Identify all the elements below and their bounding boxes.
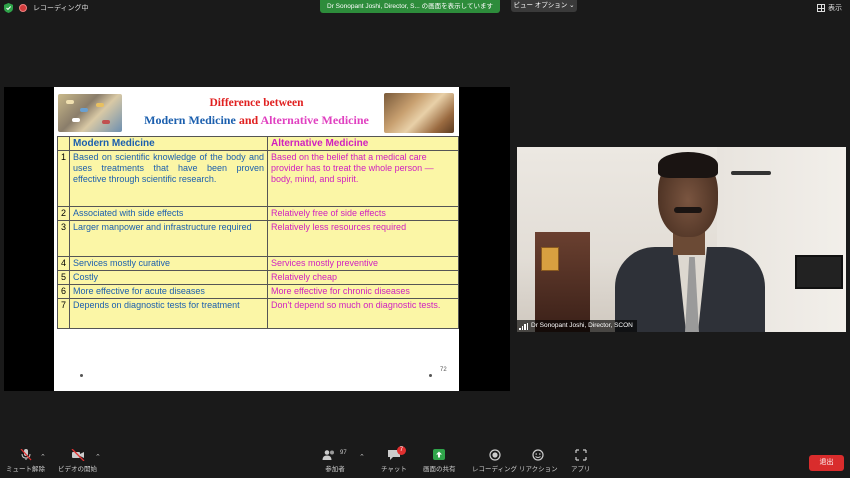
header-alternative: Alternative Medicine bbox=[267, 136, 459, 151]
share-screen-icon bbox=[433, 449, 446, 460]
grid-view-icon bbox=[817, 4, 825, 12]
participants-button[interactable]: 97 参加者 bbox=[322, 449, 348, 473]
shield-icon bbox=[4, 3, 13, 13]
table-row: 7 Depends on diagnostic tests for treatm… bbox=[56, 298, 459, 329]
participant-name-tag: Dr Sonopant Joshi, Director, SCON bbox=[517, 320, 637, 332]
person-hair bbox=[658, 152, 718, 178]
screen-share-banner: Dr Sonopant Joshi, Director, S... の画面を表示… bbox=[320, 0, 500, 13]
signal-bars-icon bbox=[519, 322, 528, 330]
table-row: 6 More effective for acute diseases More… bbox=[56, 284, 459, 299]
chevron-up-icon[interactable]: ⌃ bbox=[95, 453, 101, 461]
microphone-muted-icon bbox=[20, 449, 31, 461]
smiley-icon bbox=[532, 449, 544, 461]
participants-count: 97 bbox=[340, 450, 347, 456]
herbs-image bbox=[384, 93, 454, 133]
slide-footer: 72 bbox=[54, 367, 459, 387]
slide-title: Difference between Modern Medicine and A… bbox=[54, 87, 459, 135]
recording-indicator: レコーディング中 bbox=[4, 3, 89, 13]
person-moustache bbox=[674, 207, 702, 213]
comparison-table: Modern Medicine Alternative Medicine 1 B… bbox=[56, 136, 459, 329]
display-button[interactable]: 表示 bbox=[817, 3, 842, 13]
table-row: 2 Associated with side effects Relativel… bbox=[56, 206, 459, 221]
record-icon bbox=[488, 449, 501, 461]
header-modern: Modern Medicine bbox=[69, 136, 269, 151]
reactions-button[interactable]: リアクション bbox=[519, 449, 558, 473]
share-screen-button[interactable]: 画面の共有 bbox=[423, 449, 456, 473]
television bbox=[795, 255, 843, 289]
table-row: 3 Larger manpower and infrastructure req… bbox=[56, 220, 459, 257]
start-video-button[interactable]: ビデオの開始 bbox=[58, 449, 97, 473]
table-row: 1 Based on scientific knowledge of the b… bbox=[56, 150, 459, 207]
chevron-up-icon[interactable]: ⌃ bbox=[40, 453, 46, 461]
chat-badge: 7 bbox=[396, 446, 406, 455]
chevron-down-icon: ⌄ bbox=[569, 2, 575, 9]
apps-button[interactable]: アプリ bbox=[571, 449, 591, 473]
table-row: 4 Services mostly curative Services most… bbox=[56, 256, 459, 271]
video-off-icon bbox=[71, 449, 84, 461]
table-header-row: Modern Medicine Alternative Medicine bbox=[56, 136, 459, 151]
leave-button[interactable]: 退出 bbox=[809, 455, 844, 471]
participant-name: Dr Sonopant Joshi, Director, SCON bbox=[531, 322, 633, 329]
framed-picture bbox=[541, 247, 559, 271]
participants-icon bbox=[322, 450, 334, 460]
presentation-slide: Difference between Modern Medicine and A… bbox=[54, 87, 459, 391]
record-button[interactable]: レコーディング bbox=[472, 449, 517, 473]
participant-video[interactable]: Dr Sonopant Joshi, Director, SCON bbox=[517, 147, 846, 332]
record-dot-icon bbox=[19, 4, 27, 12]
slide-page-number: 72 bbox=[440, 367, 447, 373]
ceiling-fan bbox=[731, 171, 771, 175]
bullet-dot bbox=[80, 374, 83, 377]
chat-button[interactable]: 7 チャット bbox=[381, 446, 407, 473]
table-row: 5 Costly Relatively cheap bbox=[56, 270, 459, 285]
display-label: 表示 bbox=[828, 5, 842, 12]
view-options-button[interactable]: ビュー オプション ⌄ bbox=[511, 0, 577, 12]
apps-icon bbox=[575, 449, 587, 461]
bullet-dot bbox=[429, 374, 432, 377]
recording-label: レコーディング中 bbox=[33, 5, 89, 12]
chevron-up-icon[interactable]: ⌃ bbox=[359, 453, 365, 461]
meeting-top-bar: レコーディング中 Dr Sonopant Joshi, Director, S.… bbox=[0, 0, 850, 18]
